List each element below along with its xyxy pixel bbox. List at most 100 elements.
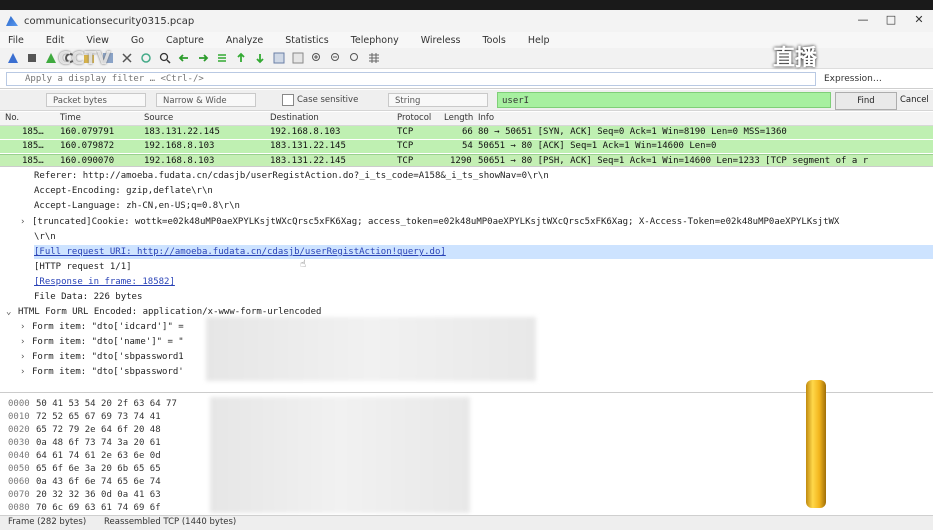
hex-row[interactable]: 0050 65 6f 6e 3a 20 6b 65 65: [8, 464, 161, 476]
menu-capture[interactable]: Capture: [166, 35, 204, 46]
find-string-input[interactable]: userI: [497, 92, 831, 108]
last-packet-icon[interactable]: [253, 52, 266, 65]
detail-referer[interactable]: Referer: http://amoeba.fudata.cn/cdasjb/…: [34, 169, 549, 183]
wireshark-fin-icon: [6, 16, 18, 26]
form-item-name[interactable]: › Form item: "dto['name']" = ": [20, 335, 184, 349]
hex-row[interactable]: 0030 0a 48 6f 73 74 3a 20 61: [8, 438, 161, 450]
menu-help[interactable]: Help: [528, 35, 550, 46]
case-sensitive-option[interactable]: Case sensitive: [282, 94, 358, 106]
expand-arrow-icon[interactable]: ›: [20, 335, 32, 349]
menu-analyze[interactable]: Analyze: [226, 35, 263, 46]
hex-row[interactable]: 0070 20 32 32 36 0d 0a 41 63: [8, 490, 161, 502]
detail-accept-encoding[interactable]: Accept-Encoding: gzip,deflate\r\n: [34, 184, 213, 198]
detail-cookie[interactable]: › [truncated]Cookie: wottk=e02k48uMP0aeXP…: [20, 215, 933, 229]
menu-tools[interactable]: Tools: [482, 35, 505, 46]
menu-statistics[interactable]: Statistics: [285, 35, 328, 46]
col-destination[interactable]: Destination: [270, 113, 319, 123]
find-packet-bar: Packet bytes Narrow & Wide Case sensitiv…: [0, 90, 933, 111]
col-info[interactable]: Info: [478, 113, 494, 123]
case-sensitive-checkbox[interactable]: [282, 94, 294, 106]
char-width-select[interactable]: Narrow & Wide: [156, 93, 256, 107]
start-capture-icon[interactable]: [6, 52, 19, 65]
menu-file[interactable]: File: [8, 35, 24, 46]
hex-row[interactable]: 0040 64 61 74 61 2e 63 6e 0d: [8, 451, 161, 463]
hex-bytes: 65 6f 6e 3a 20 6b 65 65: [36, 464, 161, 474]
find-packet-icon[interactable]: [158, 52, 171, 65]
hex-row[interactable]: 0060 0a 43 6f 6e 74 65 6e 74: [8, 477, 161, 489]
tab-frame-bytes[interactable]: Frame (282 bytes): [8, 517, 86, 527]
form-item-sbpassword1[interactable]: › Form item: "dto['sbpassword1: [20, 350, 184, 364]
cell-time: 160.090070: [60, 156, 115, 166]
maximize-icon[interactable]: □: [885, 14, 897, 26]
hex-offset: 0020: [8, 425, 30, 435]
detail-http-request[interactable]: [HTTP request 1/1]: [34, 260, 132, 274]
zoom-in-icon[interactable]: [310, 52, 323, 65]
detail-file-data[interactable]: File Data: 226 bytes: [34, 290, 142, 304]
reload-icon[interactable]: [139, 52, 152, 65]
col-time[interactable]: Time: [60, 113, 81, 123]
hex-row[interactable]: 0020 65 72 79 2e 64 6f 20 48: [8, 425, 161, 437]
hex-row[interactable]: 0010 72 52 65 67 69 73 74 41: [8, 412, 161, 424]
col-protocol[interactable]: Protocol: [397, 113, 431, 123]
col-length[interactable]: Length: [444, 113, 473, 123]
col-source[interactable]: Source: [144, 113, 173, 123]
go-forward-icon[interactable]: [196, 52, 209, 65]
hex-bytes: 0a 48 6f 73 74 3a 20 61: [36, 438, 161, 448]
expression-button[interactable]: Expression…: [824, 74, 882, 84]
detail-accept-language[interactable]: Accept-Language: zh-CN,en-US;q=0.8\r\n: [34, 199, 240, 213]
hex-offset: 0000: [8, 399, 30, 409]
resize-columns-icon[interactable]: [367, 52, 380, 65]
cell-destination: 183.131.22.145: [270, 156, 346, 166]
expand-arrow-icon[interactable]: ›: [20, 320, 32, 334]
mouse-cursor-icon: ☝: [300, 259, 307, 270]
hex-row[interactable]: 0000 50 41 53 54 20 2f 63 64 77: [8, 399, 177, 411]
cell-info: 50651 → 80 [ACK] Seq=1 Ack=1 Win=14600 L…: [478, 141, 717, 151]
hex-row[interactable]: 0080 70 6c 69 63 61 74 69 6f: [8, 503, 161, 515]
search-scope-select[interactable]: Packet bytes: [46, 93, 146, 107]
go-back-icon[interactable]: [177, 52, 190, 65]
expand-arrow-icon[interactable]: ›: [20, 365, 32, 379]
response-frame-link[interactable]: [Response in frame: 18582]: [34, 277, 175, 287]
display-filter-input[interactable]: [6, 72, 816, 86]
form-item-text: Form item: "dto['sbpassword': [32, 367, 184, 377]
normal-size-icon[interactable]: [348, 52, 361, 65]
cell-protocol: TCP: [397, 156, 414, 166]
packet-row[interactable]: 185… 160.079791 183.131.22.145 192.168.8…: [0, 126, 933, 139]
cell-time: 160.079791: [60, 127, 115, 137]
stop-capture-icon[interactable]: [25, 52, 38, 65]
menu-go[interactable]: Go: [131, 35, 144, 46]
menu-edit[interactable]: Edit: [46, 35, 64, 46]
full-request-uri-link[interactable]: [Full request URI: http://amoeba.fudata.…: [34, 247, 446, 257]
tab-reassembled-tcp[interactable]: Reassembled TCP (1440 bytes): [104, 517, 236, 527]
detail-crlf[interactable]: \r\n: [34, 230, 56, 244]
autoscroll-icon[interactable]: [272, 52, 285, 65]
cancel-button[interactable]: Cancel: [900, 92, 929, 108]
restart-capture-icon[interactable]: [44, 52, 57, 65]
cell-protocol: TCP: [397, 141, 414, 151]
zoom-out-icon[interactable]: [329, 52, 342, 65]
expand-arrow-icon[interactable]: ›: [20, 215, 32, 229]
form-item-text: Form item: "dto['idcard']" =: [32, 322, 184, 332]
minimize-icon[interactable]: —: [857, 14, 869, 26]
expand-arrow-icon[interactable]: ›: [20, 350, 32, 364]
form-item-idcard[interactable]: › Form item: "dto['idcard']" =: [20, 320, 184, 334]
packet-row[interactable]: 185… 160.079872 192.168.8.103 183.131.22…: [0, 140, 933, 153]
detail-full-request-uri[interactable]: [Full request URI: http://amoeba.fudata.…: [34, 245, 933, 259]
col-no[interactable]: No.: [5, 113, 19, 123]
go-to-packet-icon[interactable]: [215, 52, 228, 65]
first-packet-icon[interactable]: [234, 52, 247, 65]
detail-response-frame[interactable]: [Response in frame: 18582]: [34, 275, 175, 289]
menu-telephony[interactable]: Telephony: [351, 35, 399, 46]
cell-destination: 192.168.8.103: [270, 127, 341, 137]
find-button[interactable]: Find: [835, 92, 897, 110]
colorize-icon[interactable]: [291, 52, 304, 65]
search-type-select[interactable]: String: [388, 93, 488, 107]
menu-view[interactable]: View: [86, 35, 109, 46]
menu-wireless[interactable]: Wireless: [421, 35, 461, 46]
cell-length: 1290: [450, 156, 472, 166]
form-item-sbpassword[interactable]: › Form item: "dto['sbpassword': [20, 365, 184, 379]
close-icon[interactable]: ✕: [913, 14, 925, 26]
close-file-icon[interactable]: [120, 52, 133, 65]
hex-offset: 0060: [8, 477, 30, 487]
collapse-arrow-icon[interactable]: ⌄: [6, 305, 18, 319]
